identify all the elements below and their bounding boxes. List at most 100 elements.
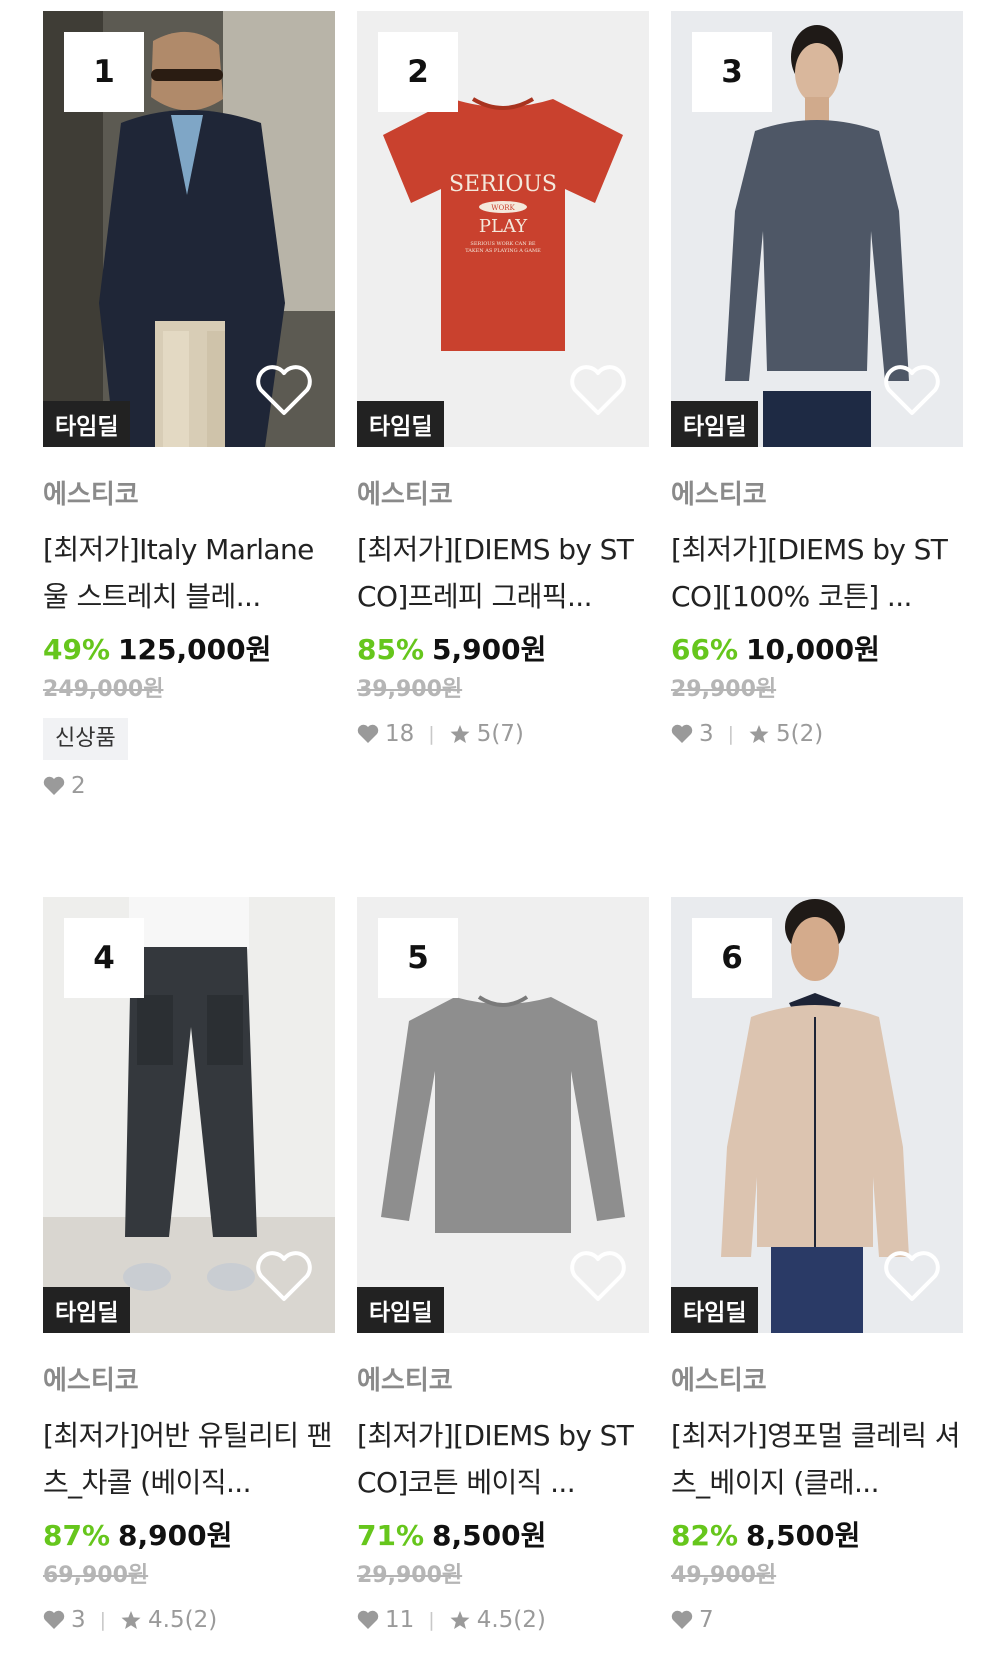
brand-name[interactable]: 에스티코 xyxy=(671,477,963,513)
sale-price: 125,000원 xyxy=(118,633,272,666)
heart-icon[interactable] xyxy=(569,1249,627,1303)
heart-icon xyxy=(357,1610,379,1629)
heart-icon xyxy=(671,724,693,743)
sale-price: 8,500원 xyxy=(746,1519,861,1552)
time-deal-badge: 타임딜 xyxy=(43,1287,131,1333)
star-icon xyxy=(450,1611,470,1629)
original-price: 249,000원 xyxy=(43,677,164,702)
product-title[interactable]: [최저가][DIEMS by STCO][100% 코튼] ... xyxy=(671,526,963,620)
product-image[interactable]: 5 타임딜 xyxy=(357,897,649,1333)
original-price: 49,900원 xyxy=(671,1563,777,1588)
brand-name[interactable]: 에스티코 xyxy=(671,1363,963,1399)
product-stats: 7 xyxy=(671,1602,963,1638)
heart-icon[interactable] xyxy=(883,363,941,417)
product-card[interactable]: 6 타임딜 에스티코 [최저가]영포멀 클레릭 셔츠_베이지 (클래... 82… xyxy=(671,897,963,1638)
price-row: 87% 8,900원 xyxy=(43,1516,335,1556)
product-title[interactable]: [최저가]영포멀 클레릭 셔츠_베이지 (클래... xyxy=(671,1412,963,1506)
rank-badge: 2 xyxy=(378,32,458,112)
product-stats: 2 xyxy=(43,768,335,804)
product-title[interactable]: [최저가]Italy Marlane 울 스트레치 블레... xyxy=(43,526,335,620)
original-price: 29,900원 xyxy=(671,677,777,702)
divider: | xyxy=(428,723,435,745)
time-deal-badge: 타임딜 xyxy=(43,401,131,447)
star-icon xyxy=(450,725,470,743)
brand-name[interactable]: 에스티코 xyxy=(43,477,335,513)
time-deal-badge: 타임딜 xyxy=(357,1287,445,1333)
product-card[interactable]: 3 타임딜 에스티코 [최저가][DIEMS by STCO][100% 코튼]… xyxy=(671,11,963,752)
like-count: 7 xyxy=(699,1607,714,1633)
heart-icon[interactable] xyxy=(883,1249,941,1303)
product-card[interactable]: 1 타임딜 에스티코 [최저가]Italy Marlane 울 스트레치 블레.… xyxy=(43,11,335,804)
rating: 4.5(2) xyxy=(148,1607,218,1633)
product-image[interactable]: 3 타임딜 xyxy=(671,11,963,447)
heart-icon xyxy=(671,1610,693,1629)
product-title[interactable]: [최저가][DIEMS by STCO]프레피 그래픽... xyxy=(357,526,649,620)
rank-badge: 4 xyxy=(64,918,144,998)
heart-icon[interactable] xyxy=(569,363,627,417)
heart-icon[interactable] xyxy=(255,1249,313,1303)
product-card[interactable]: 5 타임딜 에스티코 [최저가][DIEMS by STCO]코튼 베이직 ..… xyxy=(357,897,649,1638)
rank-badge: 3 xyxy=(692,32,772,112)
price-row: 66% 10,000원 xyxy=(671,630,963,670)
svg-text:WORK: WORK xyxy=(491,204,515,212)
new-product-badge: 신상품 xyxy=(43,718,128,760)
svg-text:TAKEN AS PLAYING A GAME: TAKEN AS PLAYING A GAME xyxy=(465,248,541,254)
product-stats: 3 | 4.5(2) xyxy=(43,1602,335,1638)
product-stats: 11 | 4.5(2) xyxy=(357,1602,649,1638)
product-card[interactable]: SERIOUS WORK PLAY SERIOUS WORK CAN BE TA… xyxy=(357,11,649,752)
time-deal-badge: 타임딜 xyxy=(671,1287,759,1333)
divider: | xyxy=(727,723,735,745)
heart-icon[interactable] xyxy=(255,363,313,417)
product-grid: 1 타임딜 에스티코 [최저가]Italy Marlane 울 스트레치 블레.… xyxy=(0,0,1000,1653)
price-row: 49% 125,000원 xyxy=(43,630,335,670)
svg-text:SERIOUS WORK CAN BE: SERIOUS WORK CAN BE xyxy=(470,241,536,247)
rating: 5(2) xyxy=(776,721,824,747)
original-price: 39,900원 xyxy=(357,677,463,702)
star-icon xyxy=(121,1611,141,1629)
product-image[interactable]: 6 타임딜 xyxy=(671,897,963,1333)
product-stats: 18 | 5(7) xyxy=(357,716,649,752)
star-icon xyxy=(749,725,769,743)
product-image[interactable]: 1 타임딜 xyxy=(43,11,335,447)
divider: | xyxy=(99,1609,107,1631)
like-count: 3 xyxy=(71,1607,86,1633)
time-deal-badge: 타임딜 xyxy=(671,401,759,447)
brand-name[interactable]: 에스티코 xyxy=(357,477,649,513)
product-title[interactable]: [최저가][DIEMS by STCO]코튼 베이직 ... xyxy=(357,1412,649,1506)
sale-price: 5,900원 xyxy=(432,633,547,666)
like-count: 18 xyxy=(385,721,415,747)
sale-price: 10,000원 xyxy=(746,633,880,666)
discount-rate: 66% xyxy=(671,633,739,666)
heart-icon xyxy=(357,724,379,743)
like-count: 11 xyxy=(385,1607,415,1633)
heart-icon xyxy=(43,1610,65,1629)
time-deal-badge: 타임딜 xyxy=(357,401,445,447)
svg-text:PLAY: PLAY xyxy=(479,216,528,237)
price-row: 85% 5,900원 xyxy=(357,630,649,670)
sale-price: 8,900원 xyxy=(118,1519,233,1552)
discount-rate: 87% xyxy=(43,1519,111,1552)
like-count: 3 xyxy=(699,721,714,747)
product-image[interactable]: SERIOUS WORK PLAY SERIOUS WORK CAN BE TA… xyxy=(357,11,649,447)
rating: 4.5(2) xyxy=(476,1607,546,1633)
rating: 5(7) xyxy=(476,721,524,747)
brand-name[interactable]: 에스티코 xyxy=(43,1363,335,1399)
product-card[interactable]: 4 타임딜 에스티코 [최저가]어반 유틸리티 팬츠_차콜 (베이직... 87… xyxy=(43,897,335,1638)
product-stats: 3 | 5(2) xyxy=(671,716,963,752)
product-title[interactable]: [최저가]어반 유틸리티 팬츠_차콜 (베이직... xyxy=(43,1412,335,1506)
like-count: 2 xyxy=(71,773,86,799)
discount-rate: 85% xyxy=(357,633,425,666)
original-price: 69,900원 xyxy=(43,1563,149,1588)
divider: | xyxy=(428,1609,435,1631)
discount-rate: 49% xyxy=(43,633,111,666)
svg-text:SERIOUS: SERIOUS xyxy=(449,172,557,197)
original-price: 29,900원 xyxy=(357,1563,463,1588)
price-row: 82% 8,500원 xyxy=(671,1516,963,1556)
product-image[interactable]: 4 타임딜 xyxy=(43,897,335,1333)
discount-rate: 82% xyxy=(671,1519,739,1552)
sale-price: 8,500원 xyxy=(432,1519,547,1552)
brand-name[interactable]: 에스티코 xyxy=(357,1363,649,1399)
rank-badge: 5 xyxy=(378,918,458,998)
discount-rate: 71% xyxy=(357,1519,425,1552)
rank-badge: 6 xyxy=(692,918,772,998)
